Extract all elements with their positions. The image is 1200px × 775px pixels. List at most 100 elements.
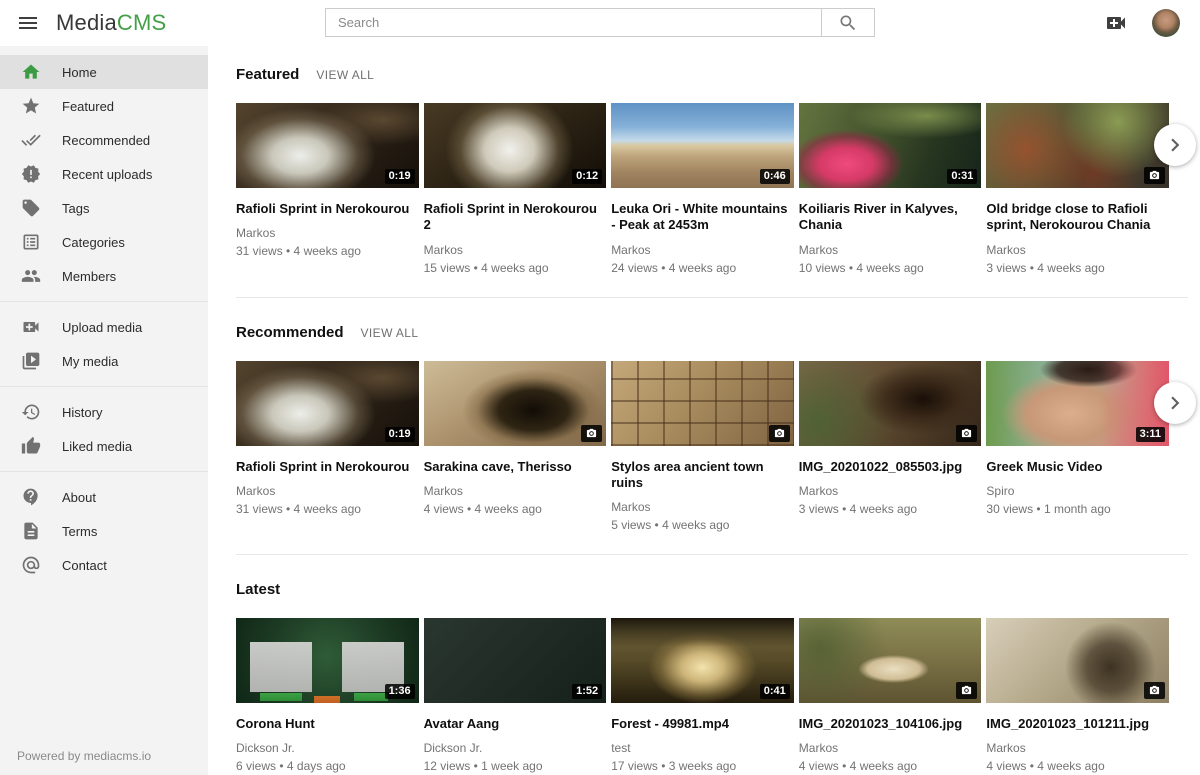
media-thumbnail[interactable]: 1:36 (236, 618, 419, 703)
search-button[interactable] (822, 8, 875, 37)
sidebar-item-upload-media[interactable]: Upload media (0, 310, 208, 344)
media-thumbnail[interactable]: 0:41 (611, 618, 794, 703)
search-bar (325, 8, 875, 37)
media-card[interactable]: IMG_20201022_085503.jpg Markos 3 views •… (799, 361, 982, 533)
media-thumbnail[interactable] (986, 618, 1169, 703)
card-grid: 0:19 Rafioli Sprint in Nerokourou Markos… (236, 103, 1169, 275)
camera-icon (585, 428, 598, 439)
media-author[interactable]: Markos (799, 243, 982, 257)
top-bar: MediaCMS (0, 0, 1200, 46)
media-title[interactable]: Koiliaris River in Kalyves, Chania (799, 201, 982, 234)
media-author[interactable]: Markos (799, 741, 982, 755)
media-thumbnail[interactable]: 0:46 (611, 103, 794, 188)
sidebar-item-recent-uploads[interactable]: Recent uploads (0, 157, 208, 191)
media-author[interactable]: Markos (611, 500, 794, 514)
media-thumbnail[interactable]: 0:19 (236, 361, 419, 446)
section-header: Latest (236, 581, 1188, 598)
sidebar-item-featured[interactable]: Featured (0, 89, 208, 123)
media-thumbnail[interactable]: 0:19 (236, 103, 419, 188)
media-author[interactable]: Markos (986, 741, 1169, 755)
avatar[interactable] (1152, 9, 1180, 37)
sidebar-item-terms[interactable]: Terms (0, 514, 208, 548)
media-title[interactable]: Greek Music Video (986, 459, 1169, 475)
media-title[interactable]: Rafioli Sprint in Nerokourou 2 (424, 201, 607, 234)
media-thumbnail[interactable] (986, 103, 1169, 188)
sidebar-item-home[interactable]: Home (0, 55, 208, 89)
media-card[interactable]: 0:19 Rafioli Sprint in Nerokourou Markos… (236, 103, 419, 275)
media-title[interactable]: Leuka Ori - White mountains - Peak at 24… (611, 201, 794, 234)
media-meta: 15 views • 4 weeks ago (424, 261, 607, 275)
upload-media-button[interactable] (1096, 3, 1136, 43)
sidebar-group: Home Featured Recommended Recent uploads… (0, 55, 208, 293)
media-thumbnail[interactable] (424, 361, 607, 446)
media-meta: 3 views • 4 weeks ago (799, 502, 982, 516)
media-card[interactable]: 3:11 Greek Music Video Spiro 30 views • … (986, 361, 1169, 533)
media-card[interactable]: 0:41 Forest - 49981.mp4 test 17 views • … (611, 618, 794, 773)
video-library-icon (21, 351, 41, 371)
media-title[interactable]: Forest - 49981.mp4 (611, 716, 794, 732)
sidebar-item-history[interactable]: History (0, 395, 208, 429)
sidebar-item-label: Terms (62, 524, 97, 539)
media-row: 0:19 Rafioli Sprint in Nerokourou Markos… (236, 361, 1169, 533)
media-card[interactable]: 0:46 Leuka Ori - White mountains - Peak … (611, 103, 794, 275)
media-thumbnail[interactable]: 0:12 (424, 103, 607, 188)
sidebar-item-tags[interactable]: Tags (0, 191, 208, 225)
menu-button[interactable] (8, 3, 48, 43)
media-title[interactable]: Stylos area ancient town ruins (611, 459, 794, 492)
media-title[interactable]: Corona Hunt (236, 716, 419, 732)
media-author[interactable]: Dickson Jr. (236, 741, 419, 755)
members-icon (21, 266, 41, 286)
sidebar-item-members[interactable]: Members (0, 259, 208, 293)
media-author[interactable]: Markos (236, 226, 419, 240)
media-author[interactable]: test (611, 741, 794, 755)
media-title[interactable]: IMG_20201023_104106.jpg (799, 716, 982, 732)
media-thumbnail[interactable]: 0:31 (799, 103, 982, 188)
media-card[interactable]: 0:12 Rafioli Sprint in Nerokourou 2 Mark… (424, 103, 607, 275)
media-card[interactable]: Sarakina cave, Therisso Markos 4 views •… (424, 361, 607, 533)
media-meta: 4 views • 4 weeks ago (424, 502, 607, 516)
media-thumbnail[interactable]: 3:11 (986, 361, 1169, 446)
media-card[interactable]: IMG_20201023_101211.jpg Markos 4 views •… (986, 618, 1169, 773)
view-all-link[interactable]: VIEW ALL (316, 68, 374, 82)
media-author[interactable]: Markos (611, 243, 794, 257)
media-title[interactable]: Rafioli Sprint in Nerokourou (236, 459, 419, 475)
logo[interactable]: MediaCMS (56, 10, 166, 36)
media-author[interactable]: Markos (986, 243, 1169, 257)
sidebar-item-about[interactable]: About (0, 480, 208, 514)
sidebar-item-categories[interactable]: Categories (0, 225, 208, 259)
media-author[interactable]: Markos (424, 484, 607, 498)
media-author[interactable]: Markos (236, 484, 419, 498)
sidebar-item-label: Contact (62, 558, 107, 573)
media-thumbnail[interactable]: 1:52 (424, 618, 607, 703)
media-title[interactable]: Rafioli Sprint in Nerokourou (236, 201, 419, 217)
help-icon (21, 487, 41, 507)
next-arrow-button[interactable] (1154, 124, 1196, 166)
media-meta: 10 views • 4 weeks ago (799, 261, 982, 275)
sidebar-item-liked-media[interactable]: Liked media (0, 429, 208, 463)
media-author[interactable]: Markos (424, 243, 607, 257)
media-title[interactable]: IMG_20201022_085503.jpg (799, 459, 982, 475)
media-card[interactable]: IMG_20201023_104106.jpg Markos 4 views •… (799, 618, 982, 773)
sidebar-item-my-media[interactable]: My media (0, 344, 208, 378)
media-thumbnail[interactable] (611, 361, 794, 446)
media-title[interactable]: Sarakina cave, Therisso (424, 459, 607, 475)
media-card[interactable]: 1:52 Avatar Aang Dickson Jr. 12 views • … (424, 618, 607, 773)
media-title[interactable]: IMG_20201023_101211.jpg (986, 716, 1169, 732)
media-thumbnail[interactable] (799, 361, 982, 446)
search-input[interactable] (325, 8, 822, 37)
media-thumbnail[interactable] (799, 618, 982, 703)
media-card[interactable]: 1:36 Corona Hunt Dickson Jr. 6 views • 4… (236, 618, 419, 773)
view-all-link[interactable]: VIEW ALL (361, 326, 419, 340)
media-author[interactable]: Spiro (986, 484, 1169, 498)
media-card[interactable]: Stylos area ancient town ruins Markos 5 … (611, 361, 794, 533)
sidebar-item-recommended[interactable]: Recommended (0, 123, 208, 157)
next-arrow-button[interactable] (1154, 382, 1196, 424)
media-author[interactable]: Dickson Jr. (424, 741, 607, 755)
media-author[interactable]: Markos (799, 484, 982, 498)
media-card[interactable]: 0:31 Koiliaris River in Kalyves, Chania … (799, 103, 982, 275)
media-title[interactable]: Old bridge close to Rafioli sprint, Nero… (986, 201, 1169, 234)
media-card[interactable]: Old bridge close to Rafioli sprint, Nero… (986, 103, 1169, 275)
media-title[interactable]: Avatar Aang (424, 716, 607, 732)
sidebar-item-contact[interactable]: Contact (0, 548, 208, 582)
media-card[interactable]: 0:19 Rafioli Sprint in Nerokourou Markos… (236, 361, 419, 533)
